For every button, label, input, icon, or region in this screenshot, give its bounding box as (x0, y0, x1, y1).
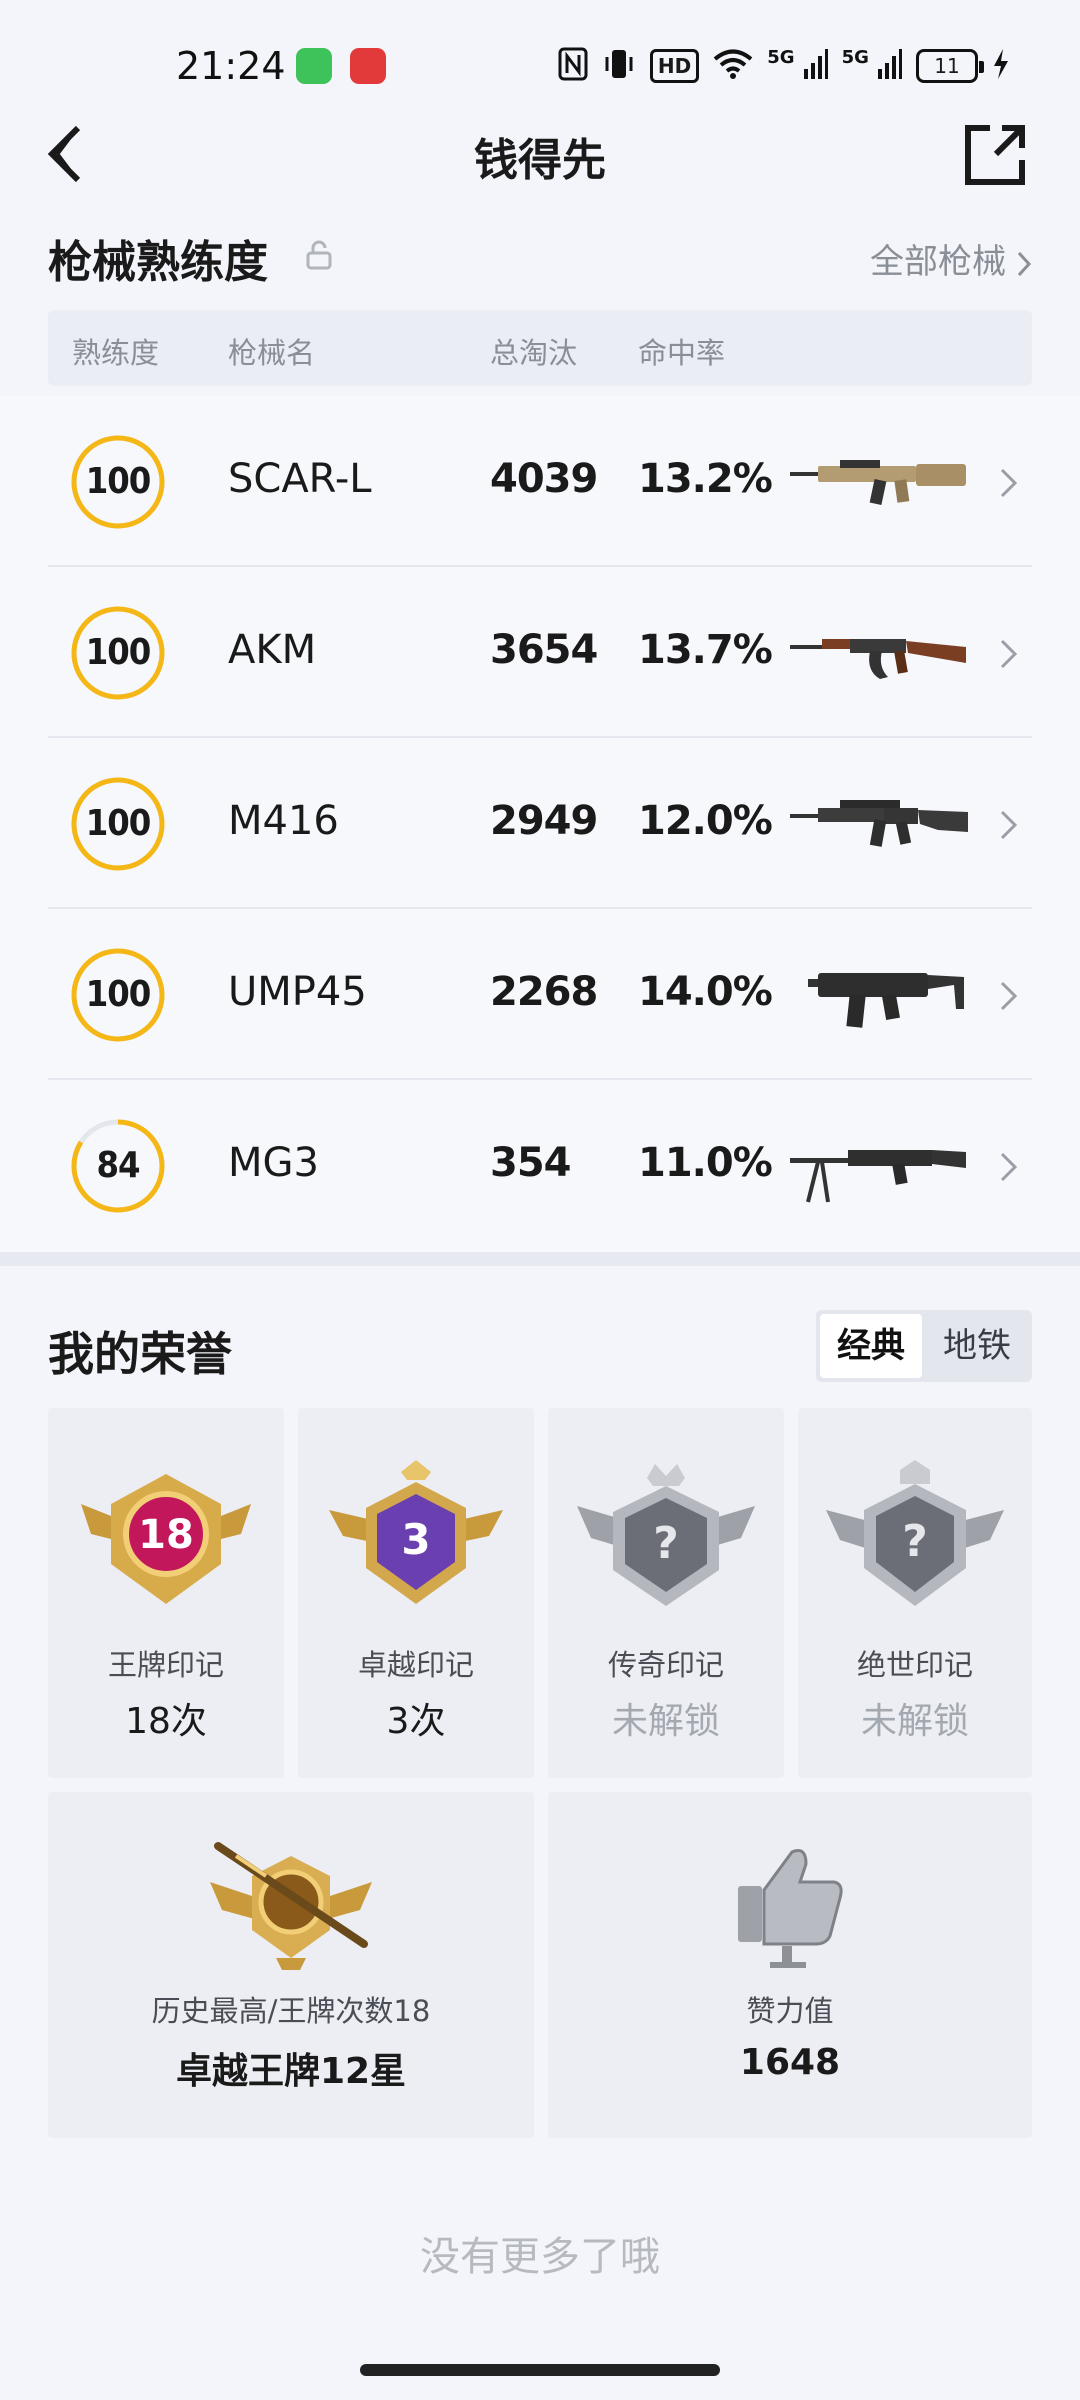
mode-classic-tab[interactable]: 经典 (820, 1314, 922, 1378)
legend-emblem-number: ? (653, 1518, 679, 1569)
column-proficiency: 熟练度 (72, 336, 160, 370)
chevron-right-icon (1000, 639, 1018, 669)
weapon-table-header: 熟练度 枪械名 总淘汰 命中率 (48, 310, 1032, 386)
conqueror-emblem-icon: 3 (329, 1460, 503, 1604)
vibrate-icon (602, 47, 636, 86)
history-rank-label: 历史最高/王牌次数18 (151, 1994, 431, 2028)
wechat-app-icon (296, 48, 332, 84)
weapon-kills: 3654 (490, 627, 598, 673)
chevron-right-icon (1017, 251, 1032, 276)
weapon-name: SCAR-L (228, 456, 372, 502)
nfc-icon (558, 47, 588, 86)
column-weapon-name: 枪械名 (228, 336, 316, 370)
section-divider (0, 1252, 1080, 1266)
honor-section-title: 我的荣誉 (48, 1327, 232, 1381)
likes-value: 1648 (739, 2042, 841, 2083)
badge-label: 绝世印记 (856, 1648, 973, 1682)
badge-value: 18次 (125, 1701, 207, 1742)
mode-toggle: 经典 地铁 (816, 1310, 1032, 1382)
m416-rifle-icon (790, 800, 968, 847)
weapon-row-akm[interactable]: 100 AKM 3654 13.7% (48, 567, 1032, 738)
proficiency-value: 100 (85, 974, 152, 1015)
chevron-right-icon (1000, 810, 1018, 840)
column-hit-rate: 命中率 (638, 336, 726, 370)
chevron-right-icon (1000, 468, 1018, 498)
legend-emblem-locked-icon: ? (577, 1464, 755, 1606)
badge-card-peerless[interactable]: ? 绝世印记 未解锁 (798, 1408, 1032, 1778)
ump45-smg-icon (808, 973, 964, 1028)
weapon-kills: 354 (490, 1140, 571, 1186)
proficiency-value: 100 (85, 461, 152, 502)
rank-sniper-badge-icon (210, 1842, 372, 1970)
proficiency-value: 84 (96, 1145, 140, 1186)
history-rank-value: 卓越王牌12星 (175, 2051, 407, 2092)
proficiency-value: 100 (85, 803, 152, 844)
badge-label: 传奇印记 (607, 1648, 724, 1682)
battery-icon: 11 (916, 49, 984, 83)
badge-value: 未解锁 (860, 1701, 969, 1742)
weapon-name: MG3 (228, 1140, 319, 1186)
proficiency-value: 100 (85, 632, 152, 673)
likes-card[interactable]: 赞力值 1648 (548, 1792, 1032, 2138)
home-indicator[interactable] (360, 2364, 720, 2376)
weapon-row-scar-l[interactable]: 100 SCAR-L 4039 13.2% (48, 396, 1032, 567)
share-button[interactable] (960, 120, 1030, 190)
no-more-text: 没有更多了哦 (420, 2234, 660, 2280)
status-time: 21:24 (176, 44, 286, 88)
weapon-row-m416[interactable]: 100 M416 2949 12.0% (48, 738, 1032, 909)
weapon-section-title: 枪械熟练度 (48, 237, 268, 288)
weapon-hit-rate: 13.2% (638, 456, 773, 502)
game-app-icon (350, 48, 386, 84)
weapon-name: UMP45 (228, 969, 367, 1015)
weapon-row-ump45[interactable]: 100 UMP45 2268 14.0% (48, 909, 1032, 1080)
wifi-icon (713, 48, 753, 85)
status-indicators: HD 5G 5G 11 (558, 44, 1010, 88)
chevron-right-icon (1000, 1152, 1018, 1182)
weapon-hit-rate: 14.0% (638, 969, 773, 1015)
share-external-icon (965, 125, 1025, 185)
history-rank-card[interactable]: 历史最高/王牌次数18 卓越王牌12星 (48, 1792, 534, 2138)
badge-value: 未解锁 (611, 1701, 720, 1742)
peerless-emblem-locked-icon: ? (826, 1460, 1004, 1606)
signal-5g-icon-1: 5G (767, 48, 828, 84)
akm-rifle-icon (790, 639, 966, 679)
column-total-kills: 总淘汰 (490, 336, 578, 370)
weapon-section-header: 枪械熟练度 全部枪械 (48, 226, 1032, 296)
badge-card-conqueror[interactable]: 3 卓越印记 3次 (298, 1408, 534, 1778)
weapon-name: AKM (228, 627, 317, 673)
battery-level: 11 (934, 54, 960, 78)
weapon-kills: 4039 (490, 456, 598, 502)
peerless-emblem-number: ? (902, 1516, 928, 1567)
hd-icon: HD (649, 49, 700, 83)
weapon-hit-rate: 11.0% (638, 1140, 773, 1186)
weapon-name: M416 (228, 798, 339, 844)
mode-metro-tab[interactable]: 地铁 (926, 1314, 1028, 1378)
weapon-hit-rate: 12.0% (638, 798, 773, 844)
weapon-hit-rate: 13.7% (638, 627, 773, 673)
badge-card-ace[interactable]: 18 王牌印记 18次 (48, 1408, 284, 1778)
chevron-right-icon (1000, 981, 1018, 1011)
all-weapons-label: 全部枪械 (870, 242, 1006, 282)
mg3-machine-gun-icon (790, 1150, 966, 1203)
status-bar: 21:24 HD 5G 5G 11 (0, 0, 1080, 130)
signal-5g-icon-2: 5G (842, 48, 902, 84)
conqueror-emblem-number: 3 (401, 1515, 430, 1564)
lock-open-icon[interactable] (306, 240, 332, 270)
ace-emblem-icon: 18 (81, 1474, 251, 1604)
charging-icon (992, 48, 1010, 84)
badge-label: 卓越印记 (357, 1648, 474, 1682)
badge-value: 3次 (386, 1701, 446, 1742)
likes-label: 赞力值 (746, 1994, 834, 2028)
badge-card-legend[interactable]: ? 传奇印记 未解锁 (548, 1408, 784, 1778)
weapon-kills: 2949 (490, 798, 598, 844)
scar-l-rifle-icon (790, 460, 966, 505)
page-title: 钱得先 (474, 135, 606, 186)
ace-emblem-number: 18 (138, 1512, 194, 1558)
weapon-kills: 2268 (490, 969, 598, 1015)
badge-label: 王牌印记 (107, 1648, 224, 1682)
weapon-row-mg3[interactable]: 84 MG3 354 11.0% (48, 1080, 1032, 1251)
weapon-list: 100 SCAR-L 4039 13.2% 100 AKM 3654 13.7% (0, 396, 1080, 1252)
all-weapons-link[interactable]: 全部枪械 (870, 234, 1032, 283)
thumbs-up-icon (738, 1849, 843, 1968)
